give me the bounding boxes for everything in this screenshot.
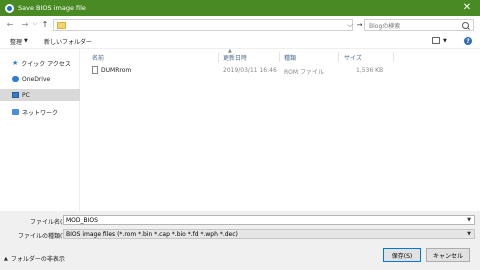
column-header-modified[interactable]: 更新日時	[223, 52, 247, 62]
save-button[interactable]: 保存(S)	[383, 248, 421, 262]
view-dropdown-icon[interactable]: ▼	[443, 36, 447, 46]
back-button[interactable]: ←	[5, 19, 15, 29]
address-dropdown-icon[interactable]: ⌵	[346, 19, 354, 31]
sidebar-item-network[interactable]: ネットワーク	[0, 106, 80, 118]
sidebar-item-label: OneDrive	[22, 75, 51, 83]
column-divider[interactable]	[393, 52, 394, 62]
chevron-down-icon[interactable]: ▼	[467, 217, 471, 223]
sidebar-item-pc[interactable]: PC	[0, 89, 80, 101]
forward-button[interactable]: →	[20, 19, 30, 29]
app-icon	[5, 3, 14, 13]
table-row[interactable]: DUMRrom 2019/03/11 16:46 ROM ファイル 1,536 …	[88, 65, 388, 76]
filetype-value: BIOS image files (*.rom *.bin *.cap *.bi…	[66, 230, 238, 238]
sidebar-item-label: クイック アクセス	[21, 60, 71, 68]
column-divider[interactable]	[218, 52, 219, 62]
sidebar-item-label: ネットワーク	[22, 109, 59, 117]
file-name: DUMRrom	[101, 67, 132, 74]
filename-value: MOD_BIOS	[66, 216, 98, 224]
file-modified: 2019/03/11 16:46	[223, 67, 277, 74]
toolbar: 整理 ▼ 新しいフォルダー ▼ ?	[0, 33, 480, 49]
hide-folders-label: フォルダーの非表示	[10, 256, 65, 263]
recent-dropdown-icon[interactable]: ⌵	[30, 19, 40, 29]
file-icon	[92, 66, 98, 74]
chevron-down-icon: ▼	[467, 231, 471, 237]
organize-button[interactable]: 整理 ▼	[10, 36, 28, 46]
search-input[interactable]: Blogの検索	[364, 19, 474, 31]
cancel-button[interactable]: キャンセル	[426, 248, 470, 262]
column-header-type[interactable]: 種類	[284, 52, 296, 62]
cloud-icon	[12, 76, 19, 82]
new-folder-button[interactable]: 新しいフォルダー	[44, 36, 92, 46]
close-button[interactable]: ✕	[454, 0, 480, 16]
up-button[interactable]: ↑	[40, 19, 50, 29]
sidebar-item-onedrive[interactable]: OneDrive	[0, 73, 80, 85]
organize-label: 整理	[10, 38, 23, 46]
column-divider[interactable]	[338, 52, 339, 62]
filename-field[interactable]: MOD_BIOS ▼	[63, 215, 475, 225]
column-header-name[interactable]: 名前	[92, 52, 104, 62]
address-bar: ← → ⌵ ↑ ⌵ → Blogの検索	[0, 16, 480, 33]
go-button[interactable]: →	[355, 20, 364, 30]
chevron-down-icon: ▼	[24, 38, 28, 44]
sidebar-item-label: PC	[22, 91, 30, 99]
hide-folders-toggle[interactable]: ▲ フォルダーの非表示	[4, 254, 65, 264]
star-icon: ★	[12, 58, 19, 67]
window-title: Save BIOS image file	[18, 4, 86, 12]
title-bar: Save BIOS image file ✕	[0, 0, 480, 16]
search-icon	[462, 21, 469, 29]
column-header-size[interactable]: サイズ	[344, 52, 362, 62]
folder-icon	[57, 21, 66, 29]
sidebar-item-quick-access[interactable]: ★ クイック アクセス	[0, 57, 80, 69]
network-icon	[12, 109, 19, 115]
search-placeholder: Blogの検索	[369, 22, 401, 30]
column-divider[interactable]	[279, 52, 280, 62]
address-input[interactable]	[53, 19, 353, 31]
file-list: 名前 ▲ 更新日時 種類 サイズ DUMRrom 2019/03/11 16:4…	[80, 48, 480, 211]
navigation-pane: ★ クイック アクセス OneDrive PC ネットワーク	[0, 49, 80, 211]
view-options-icon[interactable]	[432, 37, 440, 44]
filetype-select[interactable]: BIOS image files (*.rom *.bin *.cap *.bi…	[63, 229, 475, 239]
file-size: 1,536 KB	[356, 67, 384, 74]
help-icon[interactable]: ?	[464, 37, 472, 45]
chevron-up-icon: ▲	[4, 255, 8, 262]
file-type: ROM ファイル	[284, 69, 324, 76]
computer-icon	[12, 92, 19, 98]
